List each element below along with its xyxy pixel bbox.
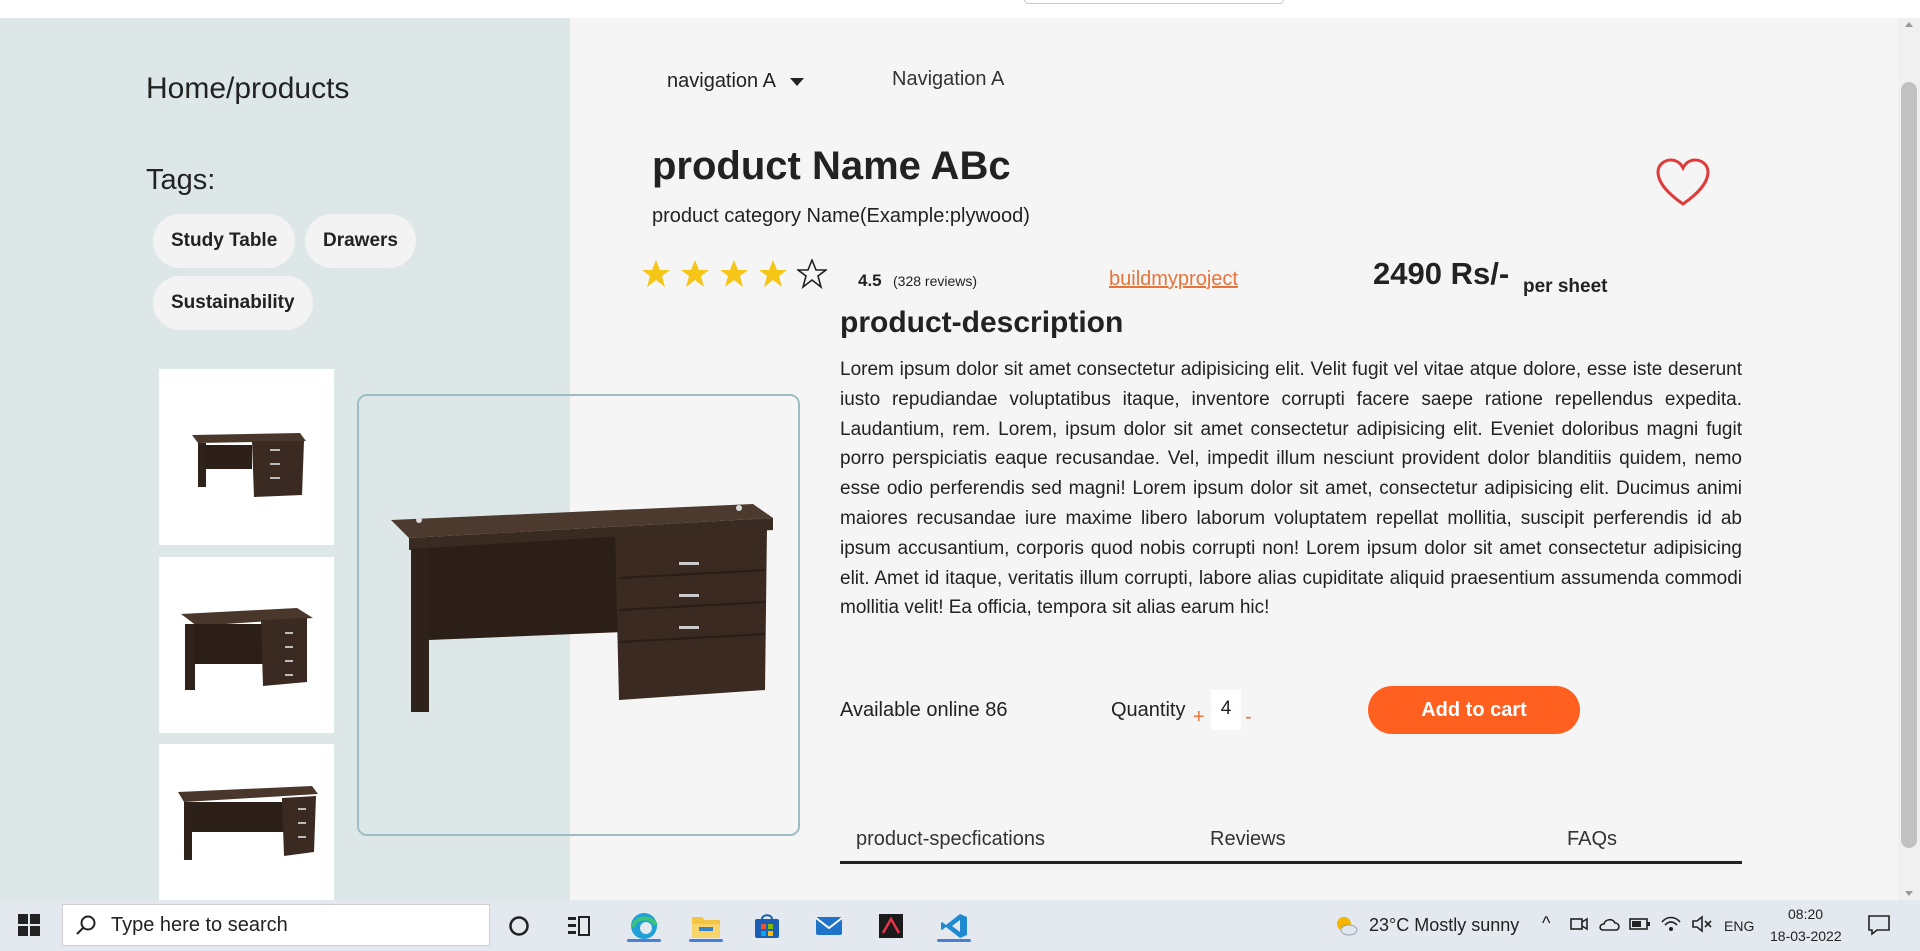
- meet-now-icon[interactable]: [1567, 912, 1591, 936]
- description-text: Lorem ipsum dolor sit amet consectetur a…: [840, 359, 1742, 619]
- weather-icon[interactable]: [1330, 910, 1362, 942]
- battery-icon[interactable]: [1628, 912, 1652, 936]
- quantity-input[interactable]: 4: [1211, 690, 1241, 730]
- price-unit: per sheet: [1523, 276, 1608, 297]
- clock-date[interactable]: 18-03-2022: [1770, 928, 1842, 944]
- scrollbar[interactable]: [1898, 18, 1920, 900]
- main-product-image[interactable]: [357, 394, 800, 836]
- star-empty-icon: [797, 259, 827, 289]
- nav-dropdown-label: navigation A: [667, 70, 776, 92]
- tab-faqs[interactable]: FAQs: [1567, 828, 1617, 851]
- file-explorer-icon[interactable]: [689, 910, 723, 942]
- active-indicator: [937, 939, 971, 942]
- quantity-label: Quantity: [1111, 699, 1186, 721]
- heart-icon[interactable]: [1655, 158, 1711, 213]
- active-indicator: [627, 939, 661, 942]
- search-icon: [76, 915, 96, 935]
- notification-icon[interactable]: [1866, 912, 1892, 938]
- language-indicator[interactable]: ENG: [1724, 918, 1754, 934]
- desk-image: [390, 504, 773, 712]
- star-filled-icon: [759, 260, 787, 287]
- rating-stars: [641, 259, 827, 289]
- vscode-icon[interactable]: [937, 910, 971, 942]
- clock-time[interactable]: 08:20: [1788, 906, 1823, 922]
- rating-value: 4.5: [858, 271, 882, 290]
- product-tabs: product-specfications Reviews FAQs: [840, 826, 1742, 864]
- wifi-icon[interactable]: [1659, 912, 1683, 936]
- cortana-icon[interactable]: [503, 910, 535, 942]
- thumbnail-1[interactable]: [159, 369, 334, 545]
- product-category: product category Name(Example:plywood): [652, 205, 1030, 227]
- app-icon[interactable]: [875, 910, 907, 942]
- desk-thumbnail-image: [177, 786, 318, 860]
- top-strip: [0, 0, 1920, 18]
- star-filled-icon: [681, 260, 709, 287]
- tag-sustainability[interactable]: Sustainability: [153, 276, 313, 330]
- taskbar-search-placeholder: Type here to search: [111, 913, 288, 936]
- nav-dropdown[interactable]: navigation A: [667, 70, 804, 93]
- add-to-cart-button[interactable]: Add to cart: [1368, 686, 1580, 734]
- breadcrumb[interactable]: Home/products: [146, 72, 349, 106]
- desk-thumbnail-image: [191, 433, 306, 497]
- product-name: product Name ABc: [652, 144, 1011, 188]
- tab-specifications[interactable]: product-specfications: [856, 828, 1045, 851]
- thumbnail-2[interactable]: [159, 557, 334, 733]
- caret-down-icon: [789, 77, 804, 86]
- nav-link[interactable]: Navigation A: [892, 68, 1004, 91]
- onedrive-icon[interactable]: [1598, 912, 1622, 936]
- description-title: product-description: [840, 306, 1124, 339]
- active-indicator: [689, 939, 723, 942]
- rating-reviews[interactable]: (328 reviews): [893, 273, 977, 289]
- tag-study-table[interactable]: Study Table: [153, 214, 296, 268]
- taskbar: Type here to search 23°C Mostly sunny ^ …: [0, 900, 1920, 951]
- top-search-edge: [1024, 0, 1284, 4]
- windows-start-icon[interactable]: [18, 914, 40, 941]
- store-icon[interactable]: [751, 910, 783, 942]
- quantity-decrement-button[interactable]: -: [1245, 706, 1252, 729]
- scroll-thumb[interactable]: [1901, 82, 1917, 848]
- weather-text[interactable]: 23°C Mostly sunny: [1369, 915, 1519, 936]
- tags-title: Tags:: [146, 164, 216, 196]
- mail-icon[interactable]: [813, 910, 845, 942]
- volume-muted-icon[interactable]: [1690, 912, 1714, 936]
- edge-browser-icon[interactable]: [627, 910, 661, 942]
- desk-thumbnail-image: [180, 608, 313, 690]
- availability-text: Available online 86: [840, 699, 1008, 721]
- thumbnail-3[interactable]: [159, 744, 334, 900]
- scroll-down-icon[interactable]: [1905, 891, 1913, 896]
- taskbar-search[interactable]: Type here to search: [62, 904, 490, 946]
- quantity-increment-button[interactable]: +: [1193, 706, 1205, 729]
- star-filled-icon: [720, 260, 748, 287]
- task-view-icon[interactable]: [563, 910, 595, 942]
- brand-link[interactable]: buildmyproject: [1109, 268, 1238, 291]
- star-filled-icon: [642, 260, 670, 287]
- tab-reviews[interactable]: Reviews: [1210, 828, 1286, 851]
- scroll-up-icon[interactable]: [1905, 22, 1913, 27]
- tag-drawers[interactable]: Drawers: [305, 214, 416, 268]
- price: 2490 Rs/-: [1373, 256, 1510, 291]
- chevron-up-icon[interactable]: ^: [1542, 913, 1550, 934]
